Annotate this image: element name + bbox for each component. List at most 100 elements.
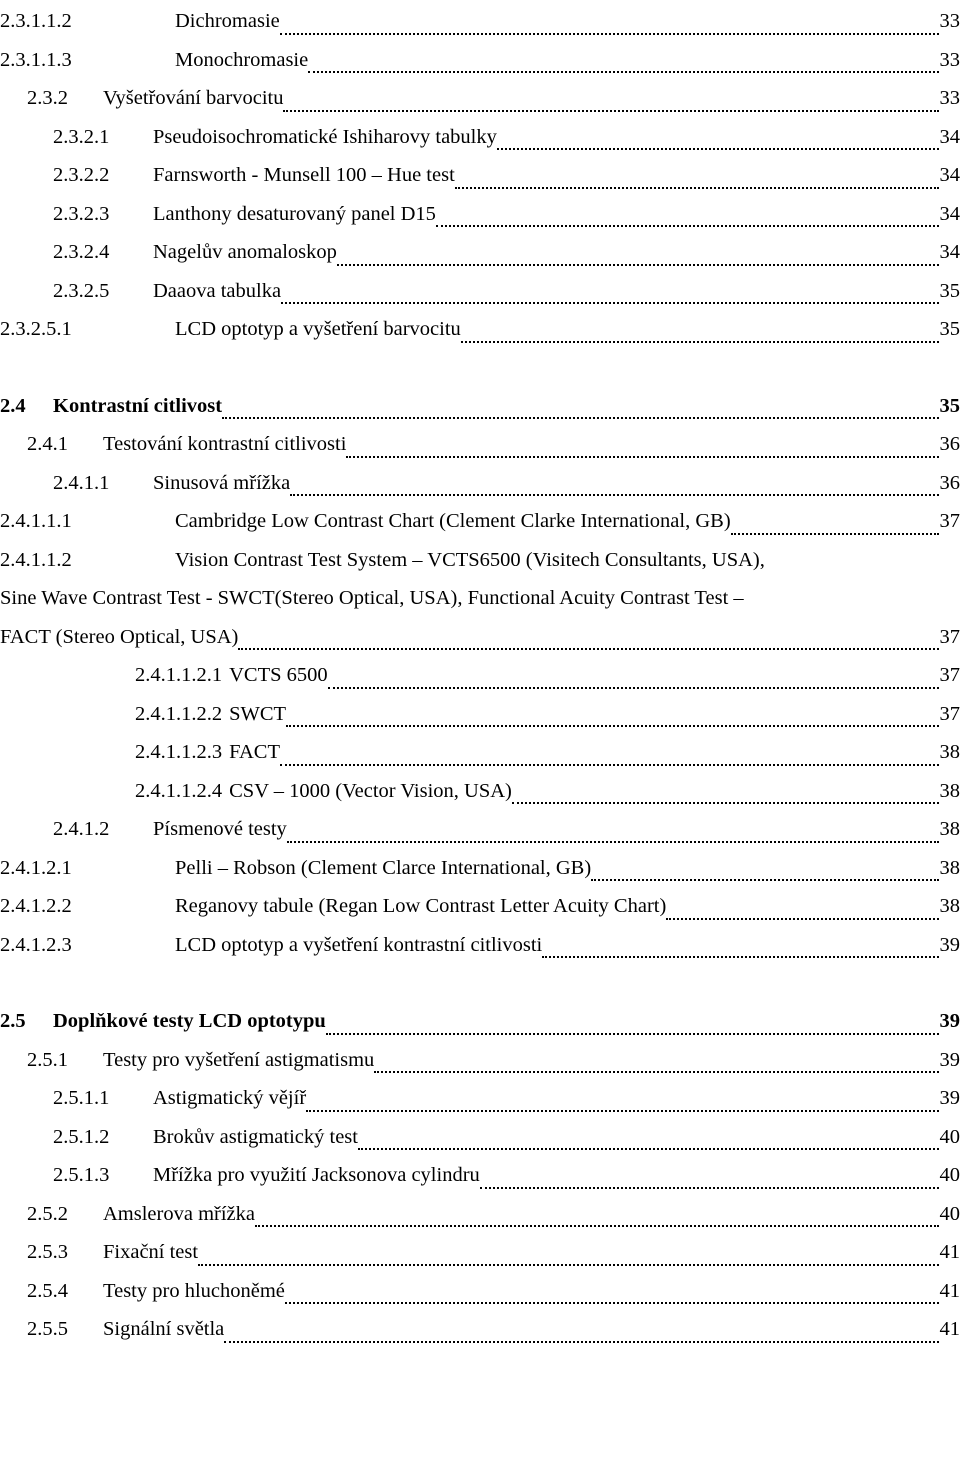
toc-entry-row: 2.5.1 Testy pro vyšetření astigmatismu 39 <box>0 1041 960 1080</box>
toc-entry-row: 2.5.1.1 Astigmatický vějíř 39 <box>0 1079 960 1118</box>
toc-entry[interactable]: 2.5.1.3 Mřížka pro využití Jacksonova cyl… <box>0 1156 960 1195</box>
toc-entry-row: 2.4.1.1.2 Vision Contrast Test System – V… <box>0 541 960 580</box>
toc-entry-number: 2.5.4 <box>27 1279 68 1302</box>
toc-entry-title: Testy pro hluchoněmé <box>103 1279 285 1302</box>
toc-entry[interactable]: 2.4.1.1.2.1 VCTS 6500 37 <box>0 656 960 695</box>
toc-entry-number: 2.4.1.1.2.2 <box>135 702 223 725</box>
toc-entry[interactable]: 2.4.1.2 Písmenové testy 38 <box>0 810 960 849</box>
toc-entry-row: 2.3.2.2 Farnsworth - Munsell 100 – Hue te… <box>0 156 960 195</box>
toc-page-number: 41 <box>939 1318 960 1340</box>
toc-page-number: 36 <box>939 471 960 494</box>
toc-entry-number: 2.4.1.1.2 <box>0 548 72 571</box>
toc-leader-dots <box>279 20 939 41</box>
toc-entry[interactable]: 2.3.2.4 Nagelův anomaloskop 34 <box>0 233 960 272</box>
toc-entry[interactable]: 2.3.2.3 Lanthony desaturovaný panel D15 34 <box>0 195 960 234</box>
toc-entry-number: 2.5.1.2 <box>53 1125 110 1148</box>
toc-entry[interactable]: 2.3.2 Vyšetřování barvocitu 33 <box>0 79 960 118</box>
toc-page-number: 34 <box>939 164 960 186</box>
toc-page-number: 36 <box>939 433 960 455</box>
toc-entry-title: Daaova tabulka <box>153 279 282 302</box>
toc-entry-row: 2.3.2.5 Daaova tabulka 35 <box>0 272 960 311</box>
toc-entry-title: Astigmatický vějíř <box>153 1087 307 1109</box>
toc-entry[interactable]: 2.4.1.2.3 LCD optotyp a vyšetření kontras… <box>0 926 960 965</box>
toc-page-number: 37 <box>939 664 960 686</box>
toc-entry[interactable]: 2.5.1.2 Brokův astigmatický test 40 <box>0 1118 960 1157</box>
toc-leader-dots <box>666 905 939 926</box>
toc-entry-number: 2.5.3 <box>27 1241 68 1263</box>
toc-entry[interactable]: 2.5.4 Testy pro hluchoněmé 41 <box>0 1272 960 1311</box>
toc-entry-title: Fixační test <box>103 1241 199 1263</box>
toc-entry[interactable]: 2.4.1.2.2 Reganovy tabule (Regan Low Cont… <box>0 887 960 926</box>
toc-entry-row: 2.4.1.2.1 Pelli – Robson (Clement Clarce … <box>0 849 960 888</box>
toc-entry-number: 2.5.1.1 <box>53 1087 110 1109</box>
toc-entry[interactable]: 2.4.1.1.2 Vision Contrast Test System – V… <box>0 541 960 657</box>
toc-entry-row: 2.4.1.2.3 LCD optotyp a vyšetření kontras… <box>0 926 960 965</box>
toc-entry-title-continuation: Sine Wave Contrast Test - SWCT(Stereo Op… <box>0 587 744 609</box>
toc-leader-dots <box>283 97 939 118</box>
toc-entry-row: 2.4.1.1.1 Cambridge Low Contrast Chart (C… <box>0 502 960 541</box>
toc-entry-row: 2.4.1.1.2.4 CSV – 1000 (Vector Vision, US… <box>0 772 960 811</box>
toc-entry[interactable]: 2.4.1.1.2.3 FACT 38 <box>0 733 960 772</box>
toc-page-number: 35 <box>939 394 960 417</box>
toc-entry[interactable]: 2.5.3 Fixační test 41 <box>0 1233 960 1272</box>
toc-leader-dots <box>454 174 939 195</box>
toc-entry[interactable]: 2.4.1.1.2.4 CSV – 1000 (Vector Vision, US… <box>0 772 960 811</box>
toc-entry-number: 2.3.2.4 <box>53 241 110 263</box>
toc-page-number: 37 <box>939 510 960 532</box>
toc-leader-dots <box>255 1213 939 1234</box>
toc-entry[interactable]: 2.5.2 Amslerova mřížka 40 <box>0 1195 960 1234</box>
toc-entry-number: 2.3.2.3 <box>53 202 110 225</box>
toc-entry[interactable]: 2.3.2.2 Farnsworth - Munsell 100 – Hue te… <box>0 156 960 195</box>
toc-entry[interactable]: 2.5.1.1 Astigmatický vějíř 39 <box>0 1079 960 1118</box>
toc-entry-title: Pelli – Robson (Clement Clarce Internati… <box>175 856 592 879</box>
toc-entry-row: 2.3.2.3 Lanthony desaturovaný panel D15 34 <box>0 195 960 234</box>
toc-leader-dots <box>374 1059 939 1080</box>
toc-entry-number: 2.3.2 <box>27 87 68 109</box>
toc-entry-number: 2.4.1 <box>27 433 68 455</box>
toc-entry-title: Brokův astigmatický test <box>153 1125 358 1148</box>
toc-page-number: 35 <box>939 318 960 340</box>
toc-entry[interactable]: 2.4 Kontrastní citlivost 35 <box>0 387 960 426</box>
toc-leader-dots <box>325 1020 939 1041</box>
toc-entry-number: 2.3.2.1 <box>53 125 110 148</box>
toc-entry-number: 2.4.1.1 <box>53 471 110 494</box>
toc-leader-dots <box>730 520 939 541</box>
toc-entry[interactable]: 2.5.5 Signální světla 41 <box>0 1310 960 1349</box>
toc-page-number: 33 <box>939 87 960 109</box>
toc-entry[interactable]: 2.4.1.1 Sinusová mřížka 36 <box>0 464 960 503</box>
toc-entry[interactable]: 2.3.2.5 Daaova tabulka 35 <box>0 272 960 311</box>
toc-entry-row: 2.5 Doplňkové testy LCD optotypu 39 <box>0 1002 960 1041</box>
toc-entry-row: 2.4.1.1 Sinusová mřížka 36 <box>0 464 960 503</box>
toc-page-number: 34 <box>939 241 960 263</box>
toc-leader-dots <box>496 136 939 157</box>
toc-entry-row: 2.4.1.2 Písmenové testy 38 <box>0 810 960 849</box>
toc-entry-row: 2.4.1.1.2.3 FACT 38 <box>0 733 960 772</box>
toc-leader-dots <box>308 59 939 80</box>
toc-entry[interactable]: 2.4.1 Testování kontrastní citlivosti 36 <box>0 425 960 464</box>
toc-entry-title: Sinusová mřížka <box>153 471 291 494</box>
toc-entry-title: Kontrastní citlivost <box>53 394 223 417</box>
toc-entry[interactable]: 2.4.1.1.2.2 SWCT 37 <box>0 695 960 734</box>
toc-leader-dots <box>286 828 939 849</box>
toc-entry-number: 2.3.1.1.3 <box>0 48 72 71</box>
toc-entry[interactable]: 2.4.1.2.1 Pelli – Robson (Clement Clarce … <box>0 849 960 888</box>
toc-leader-dots <box>224 1328 939 1349</box>
toc-leader-dots <box>336 251 939 272</box>
toc-entry-number: 2.3.2.2 <box>53 164 110 186</box>
toc-page-number: 33 <box>939 10 960 32</box>
toc-entry[interactable]: 2.4.1.1.1 Cambridge Low Contrast Chart (C… <box>0 502 960 541</box>
toc-page-number: 38 <box>939 818 960 840</box>
toc-entry[interactable]: 2.3.2.5.1 LCD optotyp a vyšetření barvoci… <box>0 310 960 349</box>
table-of-contents: 2.3.1.1.2 Dichromasie 33 2.3.1.1.3 Monochrom… <box>0 0 960 1349</box>
toc-leader-dots <box>284 1290 939 1311</box>
toc-entry-row: 2.5.2 Amslerova mřížka 40 <box>0 1195 960 1234</box>
toc-entry[interactable]: 2.3.1.1.2 Dichromasie 33 <box>0 2 960 41</box>
toc-leader-dots <box>357 1136 939 1157</box>
toc-entry-row: FACT (Stereo Optical, USA) 37 <box>0 618 960 657</box>
toc-entry[interactable]: 2.5 Doplňkové testy LCD optotypu 39 <box>0 1002 960 1041</box>
toc-entry[interactable]: 2.3.2.1 Pseudoisochromatické Ishiharovy t… <box>0 118 960 157</box>
toc-leader-dots <box>327 674 939 695</box>
toc-entry[interactable]: 2.3.1.1.3 Monochromasie 33 <box>0 41 960 80</box>
toc-page-number: 39 <box>939 933 960 956</box>
toc-entry[interactable]: 2.5.1 Testy pro vyšetření astigmatismu 39 <box>0 1041 960 1080</box>
